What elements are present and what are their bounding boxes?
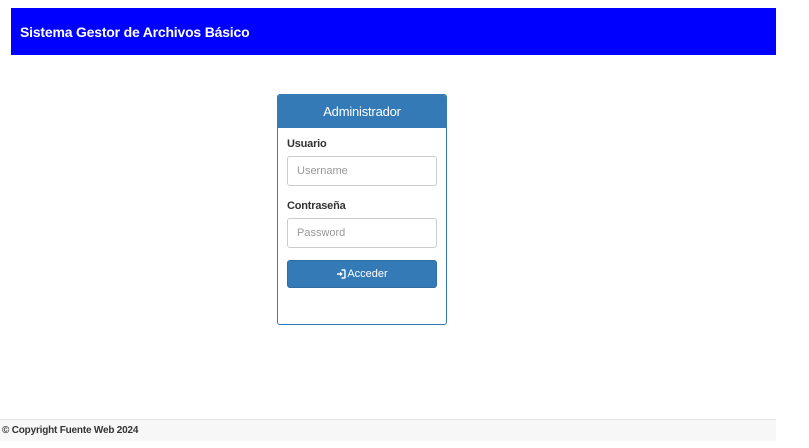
- username-group: Usuario: [287, 138, 437, 186]
- username-label: Usuario: [287, 138, 327, 150]
- sign-in-icon: [336, 269, 347, 279]
- login-button-label: Acceder: [347, 268, 388, 280]
- password-input[interactable]: [287, 218, 437, 248]
- login-panel: Administrador Usuario Contraseña Acceder: [277, 94, 447, 325]
- login-form: Usuario Contraseña Acceder: [278, 128, 446, 288]
- top-navbar: Sistema Gestor de Archivos Básico: [11, 8, 776, 55]
- password-label: Contraseña: [287, 200, 346, 212]
- login-panel-heading: Administrador: [278, 95, 446, 128]
- password-group: Contraseña: [287, 200, 437, 248]
- page: Sistema Gestor de Archivos Básico Admini…: [0, 0, 809, 448]
- login-button[interactable]: Acceder: [287, 260, 437, 288]
- username-input[interactable]: [287, 156, 437, 186]
- footer: © Copyright Fuente Web 2024: [0, 419, 776, 441]
- app-title[interactable]: Sistema Gestor de Archivos Básico: [20, 24, 250, 40]
- copyright-text: © Copyright Fuente Web 2024: [2, 425, 139, 436]
